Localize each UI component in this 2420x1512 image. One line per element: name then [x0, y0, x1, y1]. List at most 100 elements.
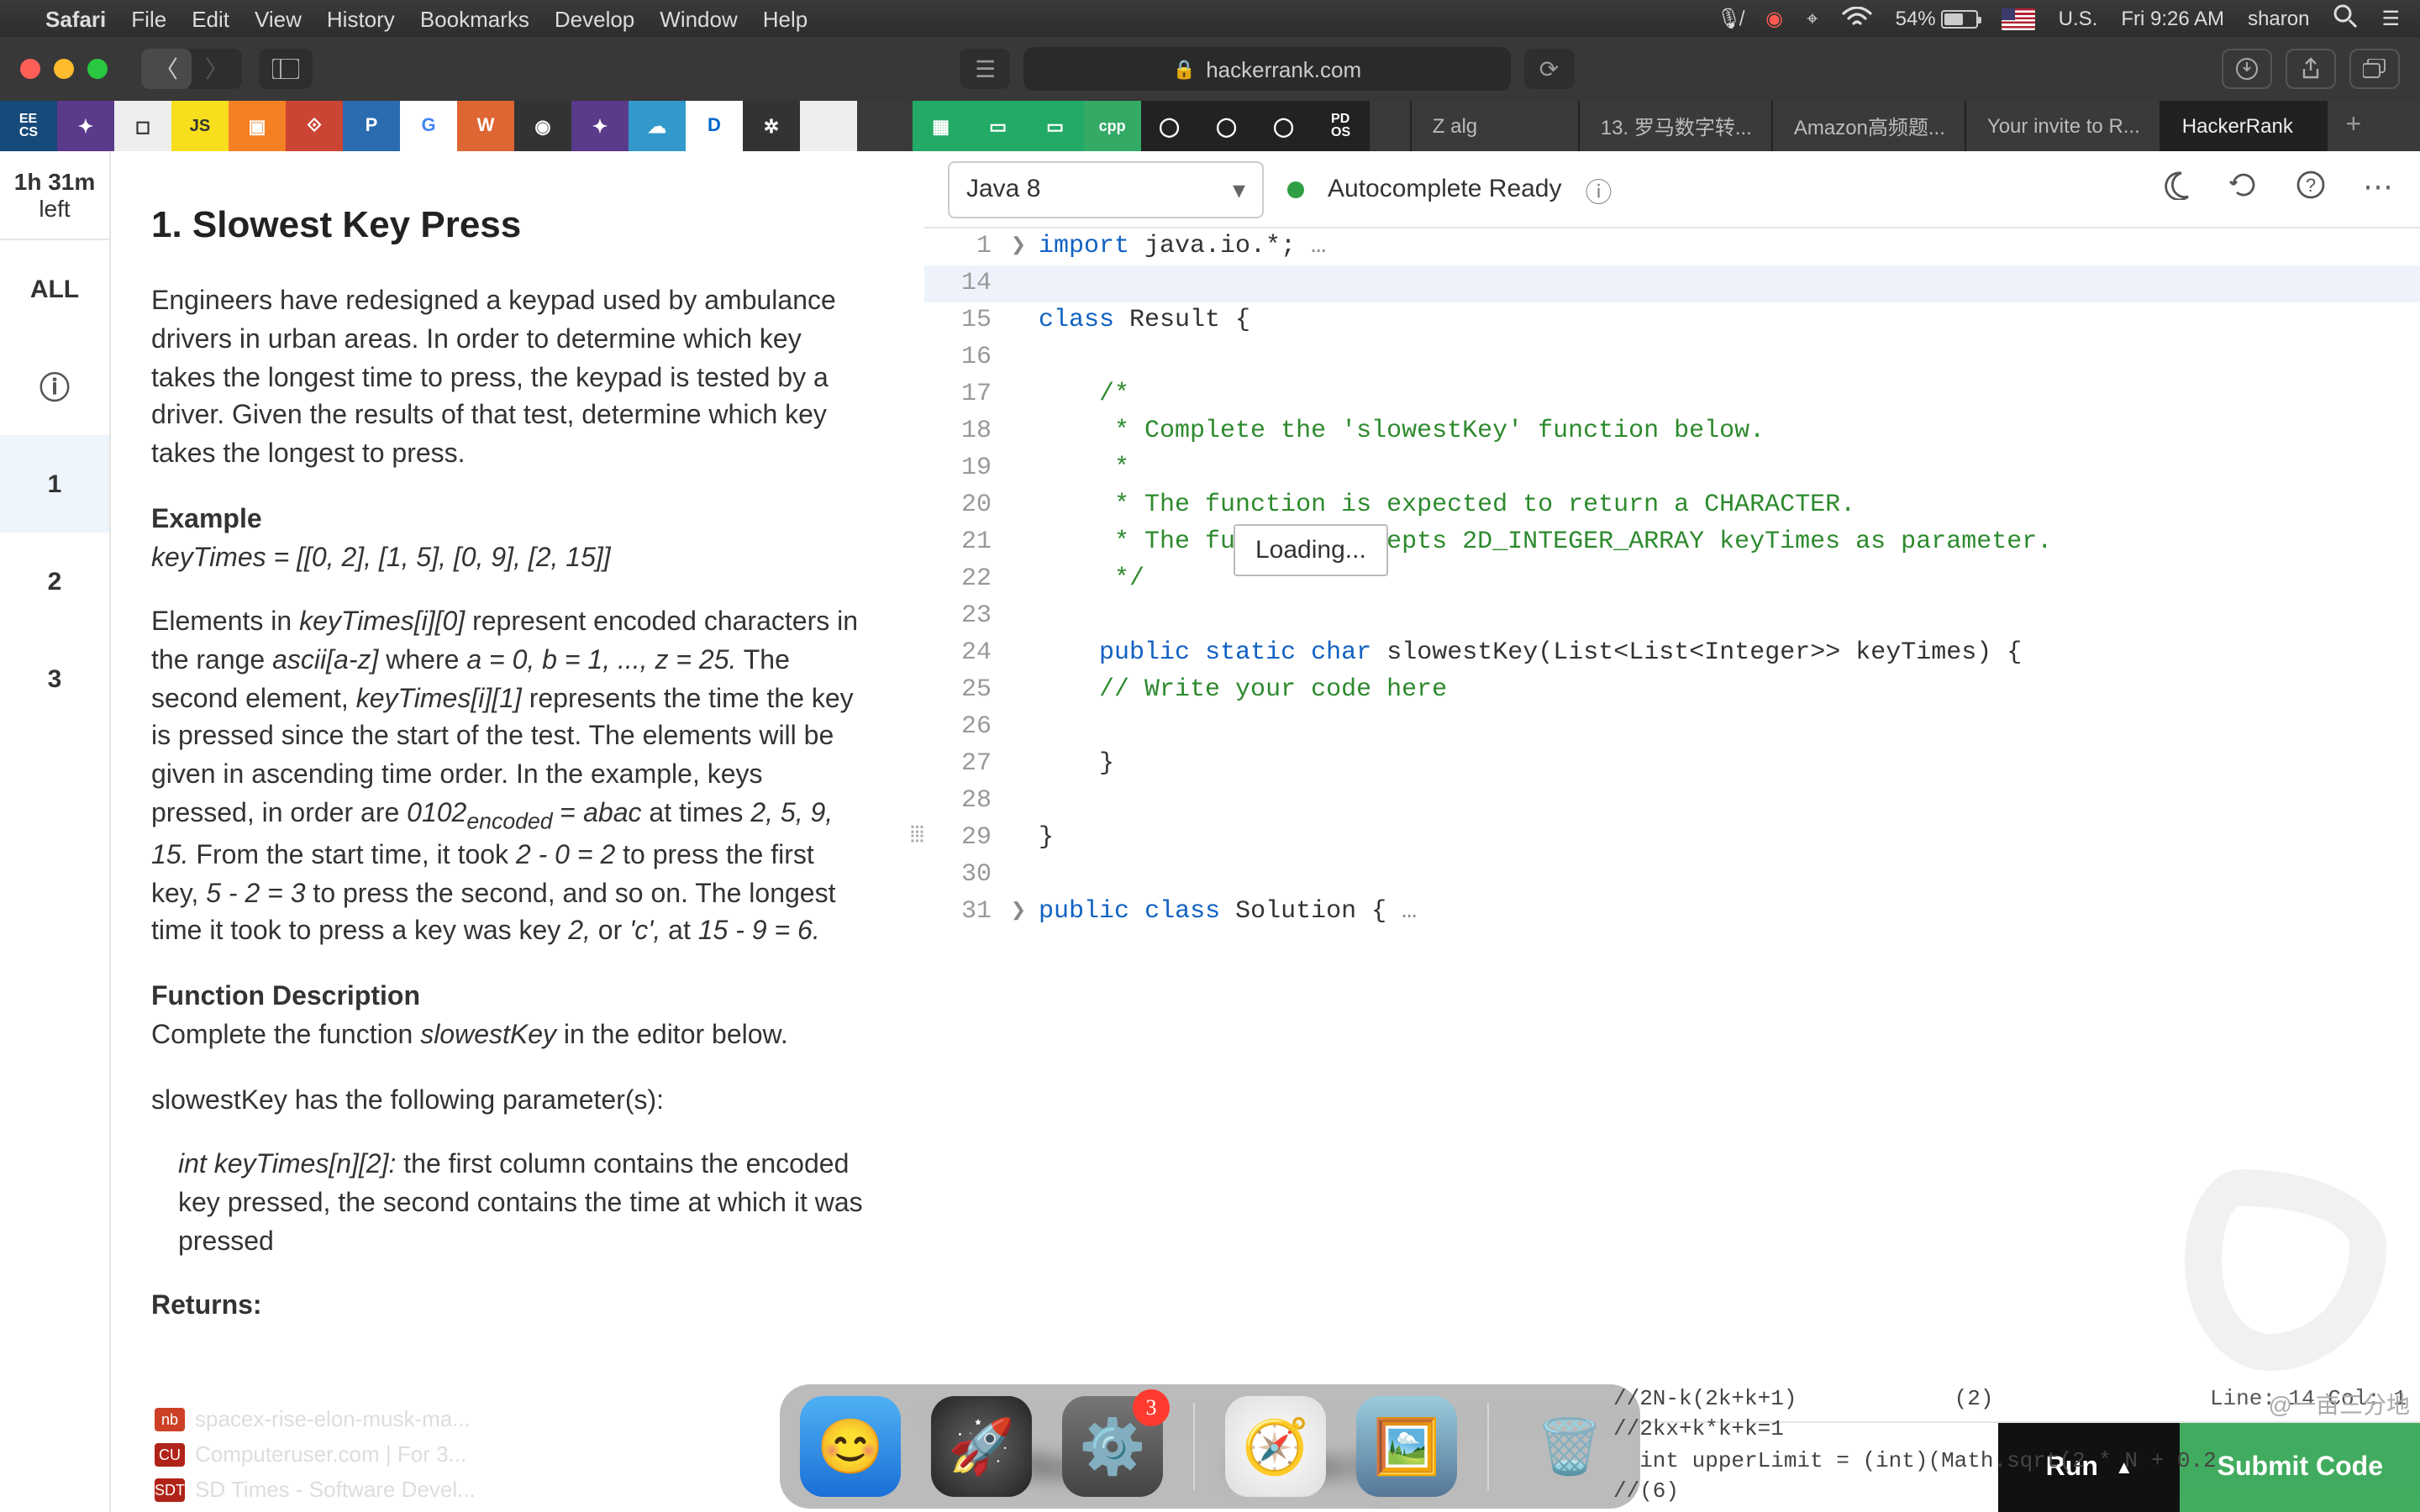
code-line[interactable]: 14 — [924, 265, 2420, 302]
code-line[interactable]: 27 } — [924, 746, 2420, 783]
problem-explanation: Elements in keyTimes[i][0] represent enc… — [151, 606, 867, 953]
share-button[interactable] — [2286, 49, 2336, 89]
menu-bookmarks[interactable]: Bookmarks — [420, 6, 529, 31]
fav-icon-13[interactable]: D — [686, 101, 743, 151]
minimize-button[interactable] — [54, 59, 74, 79]
help-icon[interactable]: ? — [2296, 170, 2326, 208]
language-select[interactable]: Java 8 — [948, 160, 1264, 218]
code-line[interactable]: 16 — [924, 339, 2420, 376]
menu-window[interactable]: Window — [660, 6, 738, 31]
submit-button[interactable]: Submit Code — [2181, 1422, 2420, 1512]
tab-zalg[interactable]: Z alg — [1411, 101, 1579, 151]
address-bar[interactable]: 🔒 hackerrank.com — [1024, 47, 1511, 91]
pane-divider[interactable]: ⠿⠿ — [904, 151, 924, 1512]
fav-icon-6[interactable]: ⟐ — [286, 101, 343, 151]
custom-input-tab[interactable]: Custom Input — [1233, 1450, 1428, 1485]
more-icon[interactable]: ⋯ — [2363, 170, 2396, 208]
tab-amazon[interactable]: Amazon高频题... — [1772, 101, 1965, 151]
app-name[interactable]: Safari — [45, 6, 106, 31]
tab-invite[interactable]: Your invite to R... — [1965, 101, 2160, 151]
menu-help[interactable]: Help — [763, 6, 808, 31]
code-line[interactable]: 18 * Complete the 'slowestKey' function … — [924, 413, 2420, 450]
fav-google-icon[interactable]: G — [400, 101, 457, 151]
nav-all[interactable]: ALL — [0, 240, 109, 338]
fav-icon-15[interactable] — [800, 101, 857, 151]
code-line[interactable]: 31❯public class Solution { … — [924, 894, 2420, 931]
code-line[interactable]: 20 * The function is expected to return … — [924, 487, 2420, 524]
nav-info[interactable]: ⓘ — [0, 338, 109, 435]
close-button[interactable] — [20, 59, 40, 79]
user-name[interactable]: sharon — [2248, 7, 2309, 30]
test-results-tab[interactable]: Test Results — [955, 1450, 1132, 1485]
code-line[interactable]: 25 // Write your code here — [924, 672, 2420, 709]
bluetooth-icon[interactable]: ⌖ — [1807, 6, 1818, 31]
fav-pdos-icon[interactable]: PDOS — [1313, 101, 1370, 151]
tabs-overview-button[interactable] — [2349, 49, 2400, 89]
code-line[interactable]: 15class Result { — [924, 302, 2420, 339]
fav-github-icon[interactable]: ◯ — [1141, 101, 1198, 151]
code-line[interactable]: 17 /* — [924, 376, 2420, 413]
fav-icon-11[interactable]: ✦ — [571, 101, 629, 151]
downloads-button[interactable] — [2222, 49, 2272, 89]
run-button[interactable]: Run▲ — [1999, 1422, 2181, 1512]
fav-cpp-icon[interactable]: cpp — [1084, 101, 1141, 151]
menu-view[interactable]: View — [255, 6, 302, 31]
code-line[interactable]: 29} — [924, 820, 2420, 857]
screen-record-icon[interactable]: ◉ — [1765, 7, 1783, 30]
sidebar-toggle[interactable] — [259, 49, 313, 89]
reset-code-icon[interactable] — [2228, 170, 2259, 208]
menu-edit[interactable]: Edit — [192, 6, 229, 31]
tab-roman[interactable]: 13. 罗马数字转... — [1579, 101, 1772, 151]
fav-icon-3[interactable]: ◻ — [114, 101, 171, 151]
autocomplete-info-icon[interactable]: ⓘ — [1586, 169, 1612, 209]
code-line[interactable]: 22 */ — [924, 561, 2420, 598]
fav-icon-17[interactable]: ▭ — [970, 101, 1027, 151]
code-line[interactable]: 30 — [924, 857, 2420, 894]
fav-so-icon[interactable]: ▣ — [229, 101, 286, 151]
fav-github-icon-3[interactable]: ◯ — [1255, 101, 1313, 151]
nav-q2[interactable]: 2 — [0, 533, 109, 630]
maximize-button[interactable] — [87, 59, 108, 79]
clock[interactable]: Fri 9:26 AM — [2121, 7, 2224, 30]
reload-button[interactable]: ⟳ — [1523, 49, 1574, 89]
fav-icon-12[interactable]: ☁ — [629, 101, 686, 151]
fav-js-icon[interactable]: JS — [171, 101, 229, 151]
theme-toggle-icon[interactable] — [2161, 170, 2191, 208]
tab-hackerrank[interactable]: HackerRank — [2160, 101, 2328, 151]
wifi-icon[interactable] — [1842, 6, 1872, 31]
code-editor[interactable]: 1❯import java.io.*; …1415class Result {1… — [924, 228, 2420, 1421]
control-center-icon[interactable]: ☰ — [2381, 7, 2400, 30]
menu-history[interactable]: History — [327, 6, 395, 31]
battery-status[interactable]: 54% — [1896, 7, 1978, 30]
fav-icon-2[interactable]: ✦ — [57, 101, 114, 151]
fav-icon-7[interactable]: P — [343, 101, 400, 151]
spotlight-icon[interactable] — [2333, 3, 2358, 34]
mic-muted-icon[interactable]: 🎙︎̸ — [1717, 7, 1742, 30]
reader-button[interactable]: ☰ — [960, 49, 1011, 89]
input-source-flag-icon[interactable] — [2002, 8, 2035, 29]
fav-icon-16[interactable]: ▦ — [913, 101, 970, 151]
param-desc: int keyTimes[n][2]: the first column con… — [151, 1148, 867, 1263]
page-content: 1h 31m left ALL ⓘ 1 2 3 1. Slowest Key P… — [0, 151, 2420, 1512]
menu-file[interactable]: File — [131, 6, 166, 31]
new-tab-button[interactable]: + — [2328, 101, 2379, 151]
code-line[interactable]: 23 — [924, 598, 2420, 635]
nav-q3[interactable]: 3 — [0, 630, 109, 727]
back-button[interactable]: 〈 — [141, 49, 192, 89]
code-line[interactable]: 1❯import java.io.*; … — [924, 228, 2420, 265]
fav-github-icon-2[interactable]: ◯ — [1198, 101, 1255, 151]
fav-icon-18[interactable]: ▭ — [1027, 101, 1084, 151]
fav-eecs[interactable]: EECS — [0, 101, 57, 151]
code-line[interactable]: 19 * — [924, 450, 2420, 487]
forward-button[interactable]: 〉 — [192, 49, 242, 89]
code-line[interactable]: 28 — [924, 783, 2420, 820]
code-line[interactable]: 26 — [924, 709, 2420, 746]
fav-wolfram-icon[interactable]: W — [457, 101, 514, 151]
code-line[interactable]: 21 * The function accepts 2D_INTEGER_ARR… — [924, 524, 2420, 561]
fav-icon-10[interactable]: ◉ — [514, 101, 571, 151]
fav-icon-14[interactable]: ✲ — [743, 101, 800, 151]
code-line[interactable]: 24 public static char slowestKey(List<Li… — [924, 635, 2420, 672]
nav-q1[interactable]: 1 — [0, 435, 109, 533]
menu-develop[interactable]: Develop — [555, 6, 634, 31]
problem-description[interactable]: 1. Slowest Key Press Engineers have rede… — [111, 151, 904, 1512]
